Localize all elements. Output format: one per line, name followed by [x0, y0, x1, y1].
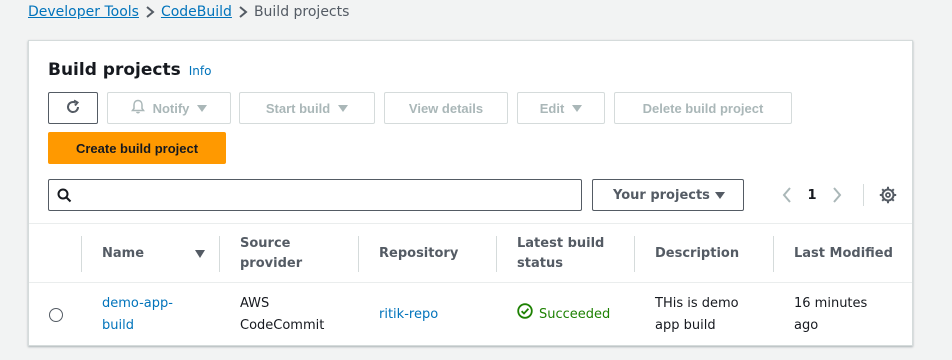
info-link[interactable]: Info: [189, 64, 212, 78]
column-header-source-provider[interactable]: Source provider: [240, 224, 340, 284]
edit-label: Edit: [539, 100, 565, 116]
table-header: Name Source provider Repository Latest b…: [29, 223, 912, 284]
search-icon: [49, 188, 79, 203]
status-badge: Succeeded: [517, 303, 610, 327]
build-projects-panel: Build projects Info Notify Start build V…: [28, 40, 913, 346]
view-details-label: View details: [408, 100, 484, 116]
chevron-right-icon: [139, 6, 161, 18]
notify-label: Notify: [152, 100, 190, 116]
column-header-latest-build-status[interactable]: Latest build status: [517, 224, 627, 284]
column-separator[interactable]: [634, 236, 635, 272]
row-select[interactable]: [49, 283, 69, 345]
column-separator[interactable]: [219, 236, 220, 272]
breadcrumb: Developer Tools CodeBuild Build projects: [28, 3, 349, 21]
caret-down-icon: [572, 104, 583, 112]
notify-button[interactable]: Notify: [107, 92, 231, 124]
refresh-button[interactable]: [48, 92, 98, 124]
status-text: Succeeded: [539, 307, 611, 322]
project-name-link[interactable]: demo-app-build: [102, 293, 202, 337]
delete-build-project-button[interactable]: Delete build project: [614, 92, 792, 124]
column-header-last-modified[interactable]: Last Modified: [794, 224, 904, 284]
last-modified-cell: 16 minutes ago: [794, 296, 868, 333]
chevron-left-icon[interactable]: [773, 179, 801, 211]
caret-down-icon: [197, 104, 208, 112]
delete-label: Delete build project: [642, 100, 764, 116]
bell-icon: [130, 99, 145, 117]
repository-link[interactable]: ritik-repo: [379, 304, 438, 326]
breadcrumb-current: Build projects: [253, 4, 350, 20]
view-details-button[interactable]: View details: [384, 92, 508, 124]
column-header-repository[interactable]: Repository: [379, 224, 489, 284]
caret-down-icon: [338, 104, 349, 112]
projects-filter-select[interactable]: Your projects: [592, 179, 744, 211]
pagination: 1: [773, 179, 900, 211]
page-title: Build projects: [48, 60, 181, 80]
caret-down-icon: [715, 191, 725, 199]
column-separator[interactable]: [496, 236, 497, 272]
pager-divider: [863, 184, 864, 206]
chevron-right-icon: [232, 6, 254, 18]
column-separator[interactable]: [358, 236, 359, 272]
start-build-label: Start build: [265, 100, 331, 116]
refresh-icon: [65, 99, 81, 118]
page-number[interactable]: 1: [801, 188, 823, 203]
sort-down-icon[interactable]: [195, 250, 205, 258]
chevron-right-icon[interactable]: [823, 179, 851, 211]
breadcrumb-codebuild[interactable]: CodeBuild: [161, 4, 232, 20]
column-separator[interactable]: [773, 236, 774, 272]
gear-icon[interactable]: [876, 179, 900, 211]
create-build-project-button[interactable]: Create build project: [48, 132, 226, 164]
column-separator: [81, 236, 82, 272]
start-build-button[interactable]: Start build: [239, 92, 375, 124]
description-cell: THis is demo app build: [655, 296, 739, 333]
column-header-description[interactable]: Description: [655, 224, 765, 284]
panel-header: Build projects Info: [48, 60, 211, 84]
status-cell: Succeeded: [517, 283, 629, 345]
row-radio-button[interactable]: [49, 308, 63, 322]
edit-button[interactable]: Edit: [517, 92, 605, 124]
source-provider-cell: AWS CodeCommit: [240, 296, 325, 333]
success-icon: [517, 303, 533, 327]
breadcrumb-developer-tools[interactable]: Developer Tools: [28, 4, 139, 20]
search-input[interactable]: [79, 181, 581, 209]
table-row[interactable]: demo-app-build AWS CodeCommit ritik-repo…: [29, 283, 912, 345]
create-label: Create build project: [75, 140, 199, 156]
filter-selected-value: Your projects: [613, 187, 710, 203]
search-field[interactable]: [48, 179, 582, 211]
